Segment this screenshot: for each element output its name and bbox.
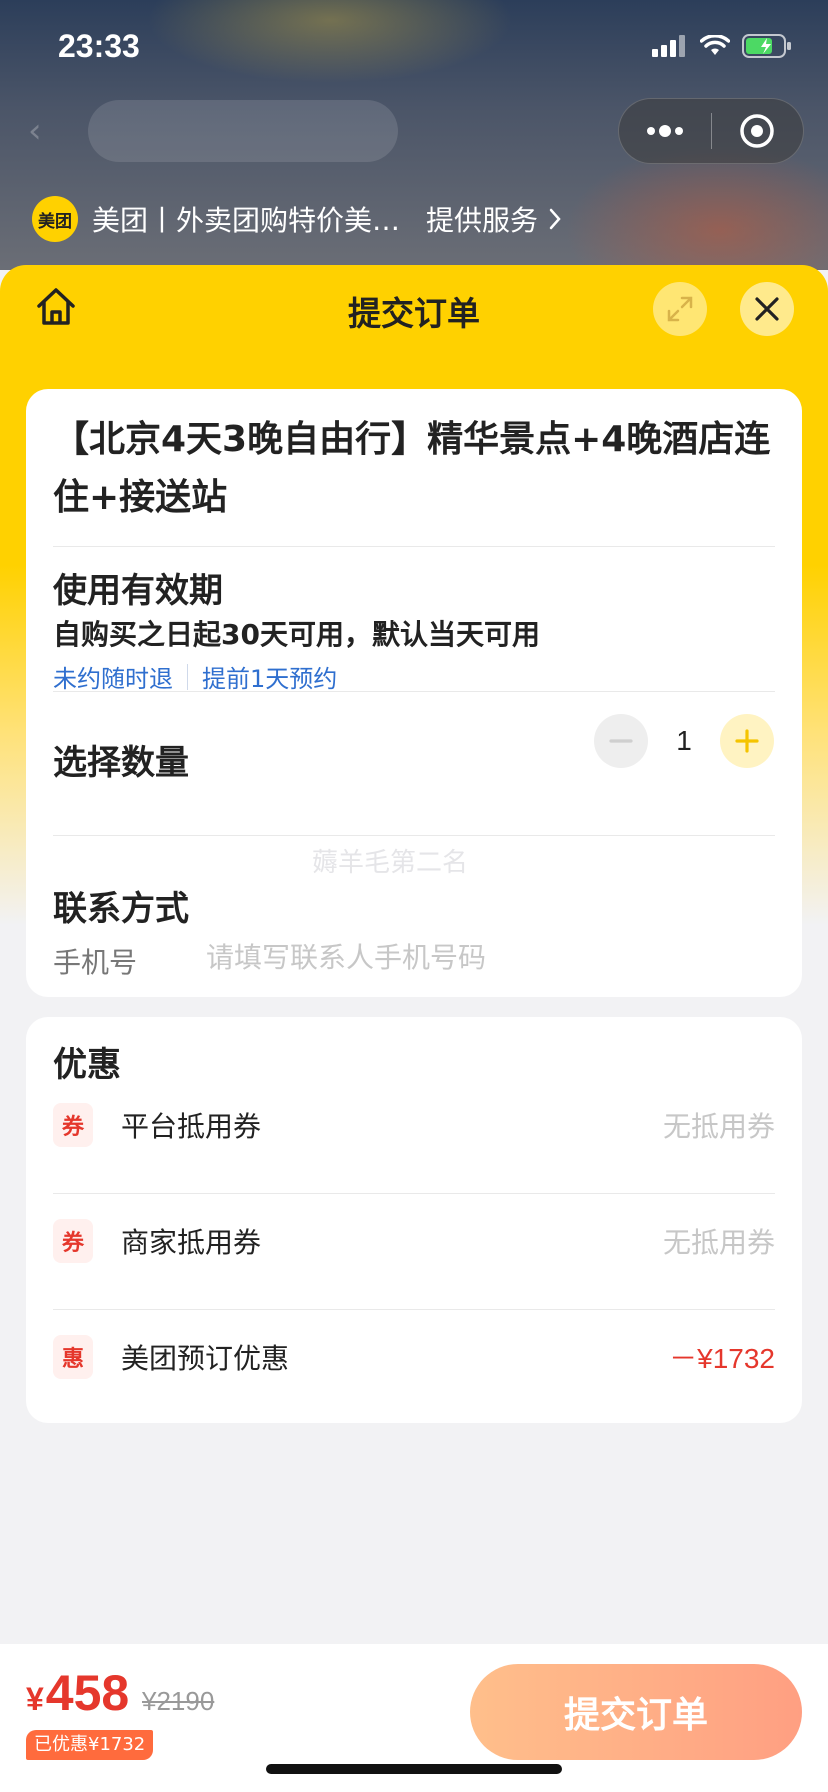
order-sheet: 提交订单 【北京4天3晚自由行】精华景点+4晚酒店连住+接送站 使用有效期 自购… [0,265,828,1792]
validity-text: 自购买之日起30天可用，默认当天可用 [53,618,540,651]
signal-icon [652,35,685,57]
increase-button[interactable] [720,714,774,768]
discount-amount: －¥1732 [669,1343,775,1374]
more-button[interactable] [619,99,711,163]
minus-icon [609,739,633,743]
chevron-right-icon [549,208,561,230]
service-link[interactable]: 提供服务 [426,199,562,239]
close-icon [755,297,779,321]
expand-button[interactable] [653,282,707,336]
decrease-button[interactable] [594,714,648,768]
discount-card: 优惠 券 平台抵用券 无抵用券 券 商家抵用券 无抵用券 惠 美团预订优惠 －¥… [26,1017,802,1423]
meituan-logo: 美团 [32,196,78,242]
discount-name: 商家抵用券 [121,1226,262,1259]
target-icon [740,114,774,148]
contact-heading: 联系方式 [53,889,189,929]
miniprogram-capsule [618,98,804,164]
phone-input[interactable] [206,933,766,981]
discount-name: 美团预订优惠 [121,1342,290,1375]
coupon-badge: 券 [53,1103,93,1147]
quantity-stepper: 1 [594,714,774,768]
currency-symbol: ¥ [26,1681,44,1717]
watermark: 薅羊毛第二名 [312,848,469,878]
divider [53,835,775,836]
battery-icon [742,34,791,58]
tag-refund: 未约随时退 [53,665,173,693]
quantity-heading: 选择数量 [53,743,189,783]
miniprogram-info-bar[interactable]: 美团 美团丨外卖团购特价美… 提供服务 [32,196,562,242]
divider [53,1309,775,1310]
original-price: ¥2190 [142,1686,215,1716]
discount-heading: 优惠 [53,1045,121,1085]
discount-row-merchant[interactable]: 券 商家抵用券 无抵用券 [53,1211,775,1271]
exit-button[interactable] [712,99,804,163]
divider [53,546,775,547]
tag-reservation: 提前1天预约 [202,665,338,693]
miniprogram-name: 美团丨外卖团购特价美… [92,204,401,237]
close-button[interactable] [740,282,794,336]
saved-badge: 已优惠¥1732 [26,1730,154,1760]
quantity-value: 1 [676,725,692,756]
service-label: 提供服务 [426,204,539,237]
status-icons [652,34,792,58]
back-arrow-icon: ‹ [28,111,42,151]
discount-value: 无抵用券 [662,1226,775,1259]
validity-heading: 使用有效期 [53,571,223,611]
discount-name: 平台抵用券 [121,1110,262,1143]
status-time: 23:33 [58,28,140,64]
discount-row-booking[interactable]: 惠 美团预订优惠 －¥1732 [53,1327,775,1387]
tag-separator [187,663,188,690]
home-indicator [266,1764,562,1774]
sheet-header: 提交订单 [0,265,828,355]
promo-badge: 惠 [53,1335,93,1379]
discount-row-platform[interactable]: 券 平台抵用券 无抵用券 [53,1095,775,1155]
more-dots-icon [646,125,683,137]
expand-icon [667,296,693,322]
price-value: 458 [45,1665,130,1721]
wifi-icon [700,35,730,55]
product-title: 【北京4天3晚自由行】精华景点+4晚酒店连住+接送站 [53,419,771,518]
policy-tags: 未约随时退 提前1天预约 [53,659,337,694]
phone-label: 手机号 [53,946,138,979]
plus-icon [735,729,759,753]
blurred-search-bar [88,100,398,162]
divider [53,1193,775,1194]
coupon-badge: 券 [53,1219,93,1263]
divider [53,691,775,692]
final-price: ¥ 458 [26,1664,129,1722]
order-details-card: 【北京4天3晚自由行】精华景点+4晚酒店连住+接送站 使用有效期 自购买之日起3… [26,389,802,997]
discount-value: 无抵用券 [662,1110,775,1143]
submit-order-button[interactable]: 提交订单 [470,1664,802,1760]
